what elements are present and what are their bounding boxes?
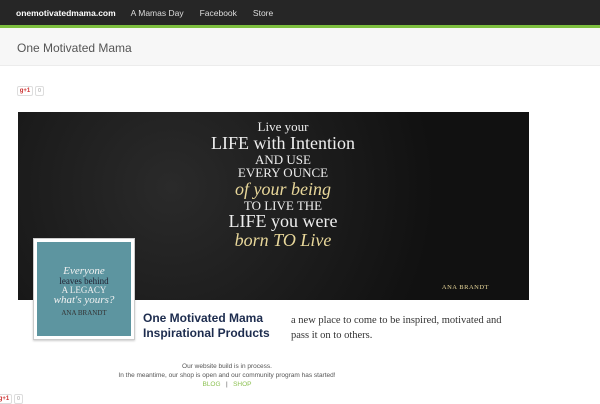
quote-line: LIFE you were [228,211,338,232]
pic-line: what's yours? [53,294,115,306]
quote-line: Live your [257,119,309,134]
page-title: One Motivated Mama [17,41,132,55]
quote-line: born TO Live [234,230,332,251]
footer-line: Our website build is in process. [182,363,272,370]
gplus-count: 0 [14,394,23,404]
blog-link[interactable]: BLOG [202,381,220,388]
separator: | [225,381,228,388]
brand-link[interactable]: onemotivatedmama.com [16,8,116,18]
quote-line: AND USE [255,151,311,167]
quote-line: of your being [235,178,331,199]
pic-author: ANA BRANDT [61,309,107,317]
page-name-line1: One Motivated Mama [143,311,264,325]
banner-author: ANA BRANDT [441,284,489,291]
nav-item-store[interactable]: Store [253,8,273,18]
quote-line: EVERY OUNCE [237,165,329,181]
nav-item-a-mamas-day[interactable]: A Mamas Day [131,8,184,18]
page-name-line2: Inspirational Products [143,326,270,340]
page-name: One Motivated Mama Inspirational Product… [143,311,270,341]
gplus-button[interactable]: g+1 [17,86,33,96]
quote-line: LIFE with Intention [211,132,355,153]
footer-notice: Our website build is in process. In the … [0,362,454,389]
banner-quote: Live your LIFE with Intention AND USE EV… [158,120,408,250]
gplus-widget-bottom: g+1 0 [0,394,23,404]
gplus-button[interactable]: g+1 [0,394,12,404]
profile-picture[interactable]: Everyone leaves behind A LEGACY what's y… [33,238,135,340]
gplus-widget: g+1 0 [17,86,44,96]
top-navbar: onemotivatedmama.com A Mamas Day Faceboo… [0,0,600,26]
quote-line: TO LIVE THE [243,197,323,213]
nav-item-facebook[interactable]: Facebook [200,8,237,18]
page-header: One Motivated Mama [0,28,600,66]
shop-link[interactable]: SHOP [233,381,251,388]
footer-line: In the meantime, our shop is open and ou… [118,372,336,379]
page-description: a new place to come to be inspired, moti… [291,315,502,341]
gplus-count: 0 [35,86,44,96]
